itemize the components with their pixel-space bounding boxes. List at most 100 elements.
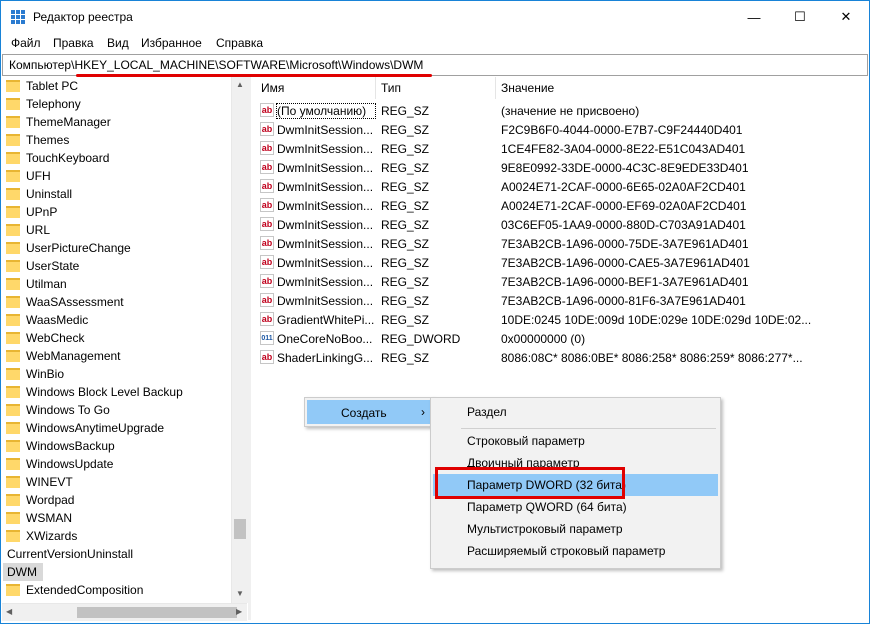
tree-item[interactable]: WaasMedic <box>6 311 88 329</box>
menu-help[interactable]: Справка <box>216 36 263 50</box>
value-data: 7E3AB2CB-1A96-0000-81F6-3A7E961AD401 <box>501 294 746 308</box>
tree-item[interactable]: WindowsBackup <box>6 437 115 455</box>
tree-item[interactable]: WinBio <box>6 365 64 383</box>
tree-item-label: WaaSAssessment <box>26 295 124 309</box>
tree-item[interactable]: TouchKeyboard <box>6 149 109 167</box>
tree-item[interactable]: Windows To Go <box>6 401 110 419</box>
value-data: 10DE:0245 10DE:009d 10DE:029e 10DE:029d … <box>501 313 812 327</box>
address-bar[interactable]: Компьютер\HKEY_LOCAL_MACHINE\SOFTWARE\Mi… <box>2 54 868 76</box>
scroll-left-arrow-icon[interactable]: ◀ <box>6 607 12 616</box>
column-header-value[interactable]: Значение <box>501 77 701 99</box>
menu-favorites[interactable]: Избранное <box>141 36 202 50</box>
value-row[interactable]: ab DwmInitSession... REG_SZ 7E3AB2CB-1A96-0… <box>251 253 867 272</box>
folder-icon <box>6 260 20 272</box>
tree-item[interactable]: DWM <box>3 563 43 581</box>
column-header-type[interactable]: Тип <box>381 77 491 99</box>
value-type: REG_SZ <box>381 237 430 251</box>
key-tree: Tablet PC Telephony ThemeManager Themes Touc… <box>2 77 231 603</box>
tree-item[interactable]: ThemeManager <box>6 113 111 131</box>
scroll-up-arrow-icon[interactable]: ▲ <box>236 80 244 89</box>
value-row[interactable]: ab GradientWhitePi... REG_SZ 10DE:0245 10DE… <box>251 310 867 329</box>
tree-item[interactable]: UserState <box>6 257 79 275</box>
tree-item[interactable]: UFH <box>6 167 51 185</box>
menu-bar: Файл Правка Вид Избранное Справка <box>1 33 869 53</box>
folder-icon <box>6 386 20 398</box>
title-bar: Редактор реестра — ☐ ✕ <box>1 1 869 33</box>
tree-item[interactable]: WINEVT <box>6 473 73 491</box>
tree-item[interactable]: UserPictureChange <box>6 239 131 257</box>
tree-item[interactable]: WebManagement <box>6 347 121 365</box>
value-row[interactable]: ab DwmInitSession... REG_SZ 7E3AB2CB-1A96-0… <box>251 234 867 253</box>
maximize-button[interactable]: ☐ <box>777 1 823 33</box>
folder-icon <box>6 512 20 524</box>
value-row[interactable]: ab DwmInitSession... REG_SZ 1CE4FE82-3A04-0… <box>251 139 867 158</box>
tree-item[interactable]: WebCheck <box>6 329 84 347</box>
minimize-button[interactable]: — <box>731 1 777 33</box>
tree-horizontal-scrollbar[interactable]: ◀ ▶ <box>2 603 247 621</box>
string-value-icon: ab <box>260 350 274 364</box>
submenu-item-multistring[interactable]: Мультистроковый параметр <box>433 518 718 540</box>
tree-item[interactable]: WindowsAnytimeUpgrade <box>6 419 164 437</box>
scroll-down-arrow-icon[interactable]: ▼ <box>236 589 244 598</box>
chevron-right-icon: › <box>421 405 425 419</box>
column-header-name[interactable]: Имя <box>261 77 381 99</box>
tree-item[interactable]: Uninstall <box>6 185 72 203</box>
menu-file[interactable]: Файл <box>11 36 41 50</box>
value-type: REG_SZ <box>381 351 430 365</box>
value-name: OneCoreNoBoo... <box>277 332 373 346</box>
submenu-item-string[interactable]: Строковый параметр <box>433 430 718 452</box>
folder-icon <box>6 80 20 92</box>
value-row[interactable]: ab DwmInitSession... REG_SZ A0024E71-2CAF-0… <box>251 177 867 196</box>
tree-item[interactable]: Utilman <box>6 275 67 293</box>
tree-item[interactable]: Telephony <box>6 95 81 113</box>
value-row[interactable]: ab DwmInitSession... REG_SZ 7E3AB2CB-1A96-0… <box>251 291 867 310</box>
tree-item[interactable]: UPnP <box>6 203 57 221</box>
close-button[interactable]: ✕ <box>823 1 869 33</box>
value-type: REG_SZ <box>381 180 430 194</box>
tree-scroll-thumb[interactable] <box>234 519 246 539</box>
folder-icon <box>6 404 20 416</box>
tree-item[interactable]: WSMAN <box>6 509 72 527</box>
value-name: DwmInitSession... <box>277 199 374 213</box>
string-value-icon: ab <box>260 274 274 288</box>
value-row[interactable]: ab ShaderLinkingG... REG_SZ 8086:08C* 8086:… <box>251 348 867 367</box>
value-row[interactable]: ab DwmInitSession... REG_SZ 7E3AB2CB-1A96-0… <box>251 272 867 291</box>
folder-icon <box>6 242 20 254</box>
tree-item-label: WindowsAnytimeUpgrade <box>26 421 165 435</box>
tree-item[interactable]: XWizards <box>6 527 77 545</box>
menu-view[interactable]: Вид <box>107 36 129 50</box>
value-row[interactable]: 011 OneCoreNoBoo... REG_DWORD 0x00000000 (0… <box>251 329 867 348</box>
string-value-icon: ab <box>260 179 274 193</box>
submenu-item-expandable-string[interactable]: Расширяемый строковый параметр <box>433 540 718 562</box>
tree-item-label: Telephony <box>26 97 81 111</box>
menu-item-create[interactable]: Создать › <box>307 400 431 424</box>
tree-item[interactable]: Tablet PC <box>6 77 78 95</box>
value-name: ShaderLinkingG... <box>277 351 374 365</box>
tree-item[interactable]: Windows Block Level Backup <box>6 383 183 401</box>
menu-edit[interactable]: Правка <box>53 36 94 50</box>
value-row[interactable]: ab DwmInitSession... REG_SZ 9E8E0992-33DE-0… <box>251 158 867 177</box>
string-value-icon: ab <box>260 103 274 117</box>
scroll-right-arrow-icon[interactable]: ▶ <box>236 607 242 616</box>
string-value-icon: ab <box>260 236 274 250</box>
tree-vertical-scrollbar[interactable]: ▲ ▼ <box>231 77 248 603</box>
tree-item[interactable]: WaaSAssessment <box>6 293 124 311</box>
tree-item[interactable]: WindowsUpdate <box>6 455 113 473</box>
tree-hscroll-thumb[interactable] <box>77 607 237 618</box>
value-row[interactable]: ab (По умолчанию) REG_SZ (значение не присв… <box>251 101 867 120</box>
string-value-icon: ab <box>260 217 274 231</box>
value-row[interactable]: ab DwmInitSession... REG_SZ A0024E71-2CAF-0… <box>251 196 867 215</box>
tree-item[interactable]: ExtendedComposition <box>6 581 143 599</box>
tree-item[interactable]: URL <box>6 221 50 239</box>
value-row[interactable]: ab DwmInitSession... REG_SZ F2C9B6F0-4044-0… <box>251 120 867 139</box>
value-row[interactable]: ab DwmInitSession... REG_SZ 03C6EF05-1AA9-0… <box>251 215 867 234</box>
tree-item-label: Themes <box>26 133 70 147</box>
value-name: DwmInitSession... <box>277 180 374 194</box>
tree-item[interactable]: CurrentVersionUninstall <box>7 545 133 563</box>
tree-item[interactable]: Themes <box>6 131 69 149</box>
submenu-item-qword[interactable]: Параметр QWORD (64 бита) <box>433 496 718 518</box>
value-data: (значение не присвоено) <box>501 104 640 118</box>
submenu-item-key[interactable]: Раздел <box>433 401 718 423</box>
value-data: F2C9B6F0-4044-0000-E7B7-C9F24440D401 <box>501 123 743 137</box>
tree-item[interactable]: Wordpad <box>6 491 74 509</box>
